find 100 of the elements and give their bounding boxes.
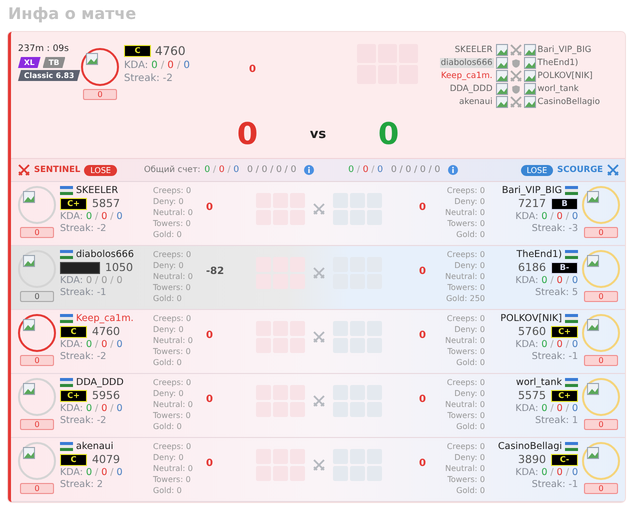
stat-text: Gold: 0 xyxy=(456,357,485,368)
kda-stats: KDA: 0 / 0 / 0 xyxy=(515,339,578,350)
stat-text: Towers: 0 xyxy=(447,346,485,357)
broken-image-icon xyxy=(524,96,536,108)
score-diff: 0 xyxy=(418,201,427,213)
rank-badge: C+ xyxy=(60,198,87,210)
broken-image-icon xyxy=(496,70,508,82)
rank-badge xyxy=(60,262,100,274)
rank-badge: C+ xyxy=(551,326,578,338)
kda-stats: KDA: 0 / 0 / 0 xyxy=(515,403,578,414)
kda-totals: 0 / 0 / 0 xyxy=(348,165,384,175)
streak: Streak: -2 xyxy=(60,415,108,426)
player-name[interactable]: diabolos666 xyxy=(76,249,134,260)
score-diff: 0 xyxy=(249,64,257,75)
player-name[interactable]: CasinoBellagi xyxy=(498,441,562,452)
player-name[interactable]: Keep_ca1m. xyxy=(76,313,134,324)
stat-text: Towers: 0 xyxy=(447,474,485,485)
score-diff: 0 xyxy=(418,329,427,341)
shield-icon xyxy=(510,84,521,94)
broken-image-icon xyxy=(23,383,35,395)
stat-text: Neutral: 0 xyxy=(445,207,485,218)
stat-text: Towers: 0 xyxy=(153,282,192,293)
rating: 5857 xyxy=(92,197,120,210)
crossed-swords-icon xyxy=(313,331,325,343)
flag-icon xyxy=(60,250,73,259)
player-name[interactable]: DDA_DDD xyxy=(76,377,124,388)
stat-text: Creeps: 0 xyxy=(446,377,485,388)
rank-badge: C xyxy=(60,326,87,338)
player-name[interactable]: SKEELER xyxy=(440,45,494,55)
versus-label: vs xyxy=(310,126,326,142)
result-badge: LOSE xyxy=(520,164,554,176)
team-stats: 0 / 0 / 0 / 0 xyxy=(391,165,440,175)
stat-text: Creeps: 0 xyxy=(446,441,485,452)
rank-badge: B- xyxy=(551,262,578,274)
page-title: Инфа о матче xyxy=(8,4,138,23)
info-icon[interactable] xyxy=(304,165,314,175)
streak: Streak: 1 xyxy=(535,415,578,426)
stat-text: Creeps: 0 xyxy=(446,249,485,260)
player-name[interactable]: Keep_ca1m. xyxy=(440,71,494,81)
stat-text: Gold: 0 xyxy=(153,357,183,368)
player-name[interactable]: Bari_VIP_BIG xyxy=(502,185,562,196)
streak: Streak: -1 xyxy=(532,479,578,490)
flag-icon xyxy=(565,250,578,259)
score-badge: 0 xyxy=(20,483,54,494)
broken-image-icon xyxy=(496,44,508,56)
stat-text: Deny: 0 xyxy=(454,260,485,271)
streak: Streak: -2 xyxy=(60,351,108,362)
crossed-swords-icon xyxy=(313,267,325,279)
crossed-swords-icon xyxy=(607,164,619,176)
stat-text: Creeps: 0 xyxy=(153,313,192,324)
player-name[interactable]: akenaui xyxy=(440,97,494,107)
crossed-swords-icon xyxy=(313,459,325,471)
player-name[interactable]: SKEELER xyxy=(76,185,118,196)
score-diff: 0 xyxy=(418,393,427,405)
player-name[interactable]: TheEnd1) xyxy=(516,249,562,260)
broken-image-icon xyxy=(496,96,508,108)
score-diff: -82 xyxy=(206,265,226,277)
kda-stats: KDA: 0 / 0 / 0 xyxy=(60,403,124,414)
streak: Streak: -1 xyxy=(60,287,108,298)
streak: Streak: 5 xyxy=(535,287,578,298)
rating: 4760 xyxy=(92,325,120,338)
info-icon[interactable] xyxy=(448,165,458,175)
player-name[interactable]: CasinoBellagio xyxy=(538,97,600,107)
kda-stats: KDA: 0 / 0 / 0 xyxy=(60,467,124,478)
stat-text: Creeps: 0 xyxy=(446,313,485,324)
broken-image-icon xyxy=(86,53,98,65)
stat-text: Deny: 0 xyxy=(153,260,185,271)
player-name[interactable]: POLKOV[NIK] xyxy=(500,313,562,324)
player-name[interactable]: TheEnd1) xyxy=(538,58,600,68)
kda-stats: KDA: 0 / 0 / 0 xyxy=(60,339,124,350)
stat-text: Gold: 0 xyxy=(456,229,485,240)
flag-icon xyxy=(60,186,73,195)
stat-text: Neutral: 0 xyxy=(153,399,194,410)
rank-badge: C- xyxy=(551,454,578,466)
rank-badge: C+ xyxy=(551,390,578,402)
player-name[interactable]: akenaui xyxy=(76,441,114,452)
stat-text: Deny: 0 xyxy=(454,388,485,399)
streak: Streak: -2 xyxy=(60,223,108,234)
broken-image-icon xyxy=(587,319,599,331)
player-name[interactable]: diabolos666 xyxy=(440,58,494,68)
stat-text: Deny: 0 xyxy=(454,196,485,207)
player-name[interactable]: worl_tank xyxy=(516,377,562,388)
player-name[interactable]: worl_tank xyxy=(538,84,600,94)
broken-image-icon xyxy=(587,255,599,267)
stat-text: Neutral: 0 xyxy=(153,271,194,282)
broken-image-icon xyxy=(524,70,536,82)
stat-text: Towers: 0 xyxy=(153,346,192,357)
stat-text: Towers: 0 xyxy=(153,410,192,421)
crossed-swords-icon xyxy=(313,203,325,215)
player-name[interactable]: DDA_DDD xyxy=(440,84,494,94)
rank-badge: C xyxy=(124,45,151,57)
team-name: SCOURGE xyxy=(557,165,603,175)
player-name[interactable]: Bari_VIP_BIG xyxy=(538,45,600,55)
score-badge: 0 xyxy=(584,419,618,430)
player-name[interactable]: POLKOV[NIK] xyxy=(538,71,600,81)
streak: Streak: -2 xyxy=(124,73,174,84)
result-badge: LOSE xyxy=(84,164,117,176)
score-diff: 0 xyxy=(206,329,214,341)
flag-icon xyxy=(565,442,578,451)
broken-image-icon xyxy=(23,319,35,331)
